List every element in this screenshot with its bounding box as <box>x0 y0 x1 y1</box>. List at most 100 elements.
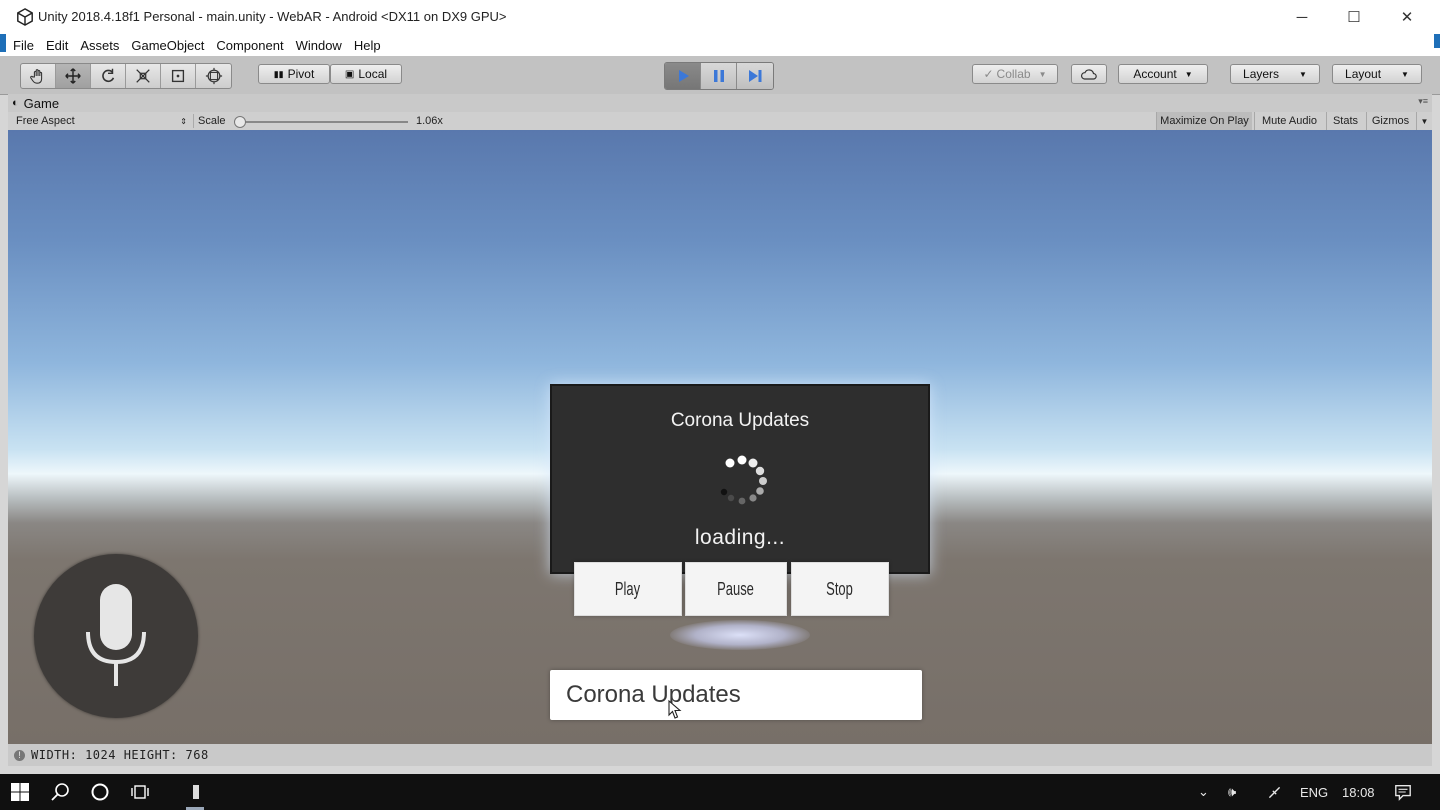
task-view-icon <box>131 785 149 799</box>
menu-window[interactable]: Window <box>296 38 342 53</box>
aspect-label: Free Aspect <box>16 115 75 127</box>
cortana-circle-icon <box>91 783 109 801</box>
step-button[interactable] <box>737 63 773 89</box>
pause-icon <box>713 70 724 82</box>
menu-component[interactable]: Component <box>216 38 283 53</box>
play-icon <box>678 70 689 82</box>
chevron-down-icon: ▼ <box>1038 69 1047 79</box>
language-indicator[interactable]: ENG <box>1300 774 1328 810</box>
clock[interactable]: 18:08 <box>1342 774 1375 810</box>
local-toggle[interactable]: ▣ Local <box>330 64 402 84</box>
loading-spinner-icon <box>720 455 767 505</box>
scale-label: Scale <box>198 115 226 127</box>
game-viewport[interactable]: Corona Updates loading... Play Pause Sto… <box>8 130 1432 744</box>
notifications-icon[interactable] <box>1394 774 1412 810</box>
gizmos-chevron-icon[interactable]: ▼ <box>1416 112 1432 130</box>
maximize-on-play-toggle[interactable]: Maximize On Play <box>1156 112 1252 130</box>
step-icon <box>749 70 762 82</box>
screen-title: Corona Updates <box>670 410 810 431</box>
game-status-bar: ! WIDTH: 1024 HEIGHT: 768 <box>8 744 1432 766</box>
resolution-status: WIDTH: 1024 HEIGHT: 768 <box>31 748 209 762</box>
check-circle-icon: ✓ <box>983 67 994 81</box>
microphone-button[interactable] <box>34 554 198 718</box>
stop-video-button[interactable]: Stop <box>791 562 889 616</box>
hand-icon <box>30 69 43 84</box>
chevron-down-icon: ▼ <box>1299 69 1307 79</box>
menu-edit[interactable]: Edit <box>46 38 68 53</box>
rect-tool-button[interactable] <box>161 64 196 88</box>
game-panel-header: ◐ Game ▾≡ <box>8 94 1432 112</box>
loading-text: loading... <box>694 526 786 549</box>
unity-taskbar-app[interactable] <box>176 774 216 810</box>
transform-icon <box>205 67 222 85</box>
volume-icon[interactable]: 🕪 <box>1228 774 1236 810</box>
scale-slider-track[interactable] <box>240 121 408 123</box>
hand-tool-button[interactable] <box>21 64 56 88</box>
stats-toggle[interactable]: Stats <box>1326 112 1364 130</box>
app-window-icon <box>193 785 199 799</box>
layout-dropdown[interactable]: Layout ▼ <box>1332 64 1422 84</box>
cloud-button[interactable] <box>1071 64 1107 84</box>
mute-audio-toggle[interactable]: Mute Audio <box>1254 112 1324 130</box>
start-button[interactable] <box>0 774 40 810</box>
action-center-icon <box>1395 785 1411 801</box>
speech-query-box[interactable]: Corona Updates <box>550 670 922 720</box>
tray-overflow-icon[interactable]: ⌄ <box>1198 774 1209 810</box>
menu-assets[interactable]: Assets <box>80 38 119 53</box>
chevron-down-icon: ▼ <box>1401 69 1409 79</box>
transform-tool-button[interactable] <box>196 64 231 88</box>
window-title: Unity 2018.4.18f1 Personal - main.unity … <box>38 9 507 24</box>
tab-game[interactable]: ◐ Game <box>12 94 59 112</box>
game-controller-icon: ◐ <box>12 97 19 109</box>
search-icon <box>51 783 69 801</box>
minimize-button[interactable]: ─ <box>1276 0 1328 34</box>
account-dropdown[interactable]: Account ▼ <box>1118 64 1208 84</box>
playmode-controls <box>664 62 774 90</box>
move-tool-button[interactable] <box>56 64 91 88</box>
rotate-tool-button[interactable] <box>91 64 126 88</box>
rect-icon <box>171 69 185 83</box>
scale-slider-handle[interactable] <box>234 116 246 128</box>
query-text: Corona Updates <box>566 681 741 708</box>
network-plug-icon <box>1268 786 1281 798</box>
close-button[interactable]: ✕ <box>1381 0 1433 34</box>
game-control-bar: Free Aspect ⇕ Scale 1.06x Maximize On Pl… <box>8 112 1432 131</box>
title-bar: Unity 2018.4.18f1 Personal - main.unity … <box>0 0 1440 34</box>
menu-gameobject[interactable]: GameObject <box>131 38 204 53</box>
light-glow <box>670 620 810 650</box>
cortana-button[interactable] <box>80 774 120 810</box>
local-label: Local <box>358 67 388 81</box>
collab-label: Collab <box>996 67 1031 81</box>
search-button[interactable] <box>40 774 80 810</box>
network-icon[interactable] <box>1266 774 1283 810</box>
play-button[interactable] <box>665 63 701 89</box>
windows-logo-icon <box>11 783 29 801</box>
cloud-icon <box>1081 68 1097 80</box>
stop-video-label: Stop <box>826 578 854 599</box>
background-window-edge <box>0 34 6 52</box>
pause-video-button[interactable]: Pause <box>685 562 787 616</box>
play-video-button[interactable]: Play <box>574 562 682 616</box>
menu-help[interactable]: Help <box>354 38 381 53</box>
menu-file[interactable]: File <box>13 38 34 53</box>
microphone-icon <box>86 584 146 686</box>
tab-game-label: Game <box>23 95 60 111</box>
scale-tool-button[interactable] <box>126 64 161 88</box>
transform-tools <box>20 63 232 89</box>
aspect-dropdown[interactable]: Free Aspect ⇕ <box>16 114 194 128</box>
maximize-button[interactable]: ☐ <box>1328 0 1380 34</box>
pivot-toggle[interactable]: ▮▮ Pivot <box>258 64 330 84</box>
pivot-label: Pivot <box>287 67 315 81</box>
mouse-cursor-icon <box>668 700 682 719</box>
collab-dropdown[interactable]: ✓ Collab ▼ <box>972 64 1058 84</box>
gizmos-dropdown[interactable]: Gizmos <box>1366 112 1414 130</box>
unity-logo-icon <box>17 8 33 26</box>
pause-button[interactable] <box>701 63 737 89</box>
task-view-button[interactable] <box>120 774 160 810</box>
scale-icon <box>136 69 150 83</box>
layers-dropdown[interactable]: Layers ▼ <box>1230 64 1320 84</box>
panel-menu-icon[interactable]: ▾≡ <box>1418 96 1428 107</box>
layout-label: Layout <box>1345 67 1382 81</box>
move-icon <box>65 68 81 84</box>
info-screen: Corona Updates loading... <box>550 384 930 574</box>
